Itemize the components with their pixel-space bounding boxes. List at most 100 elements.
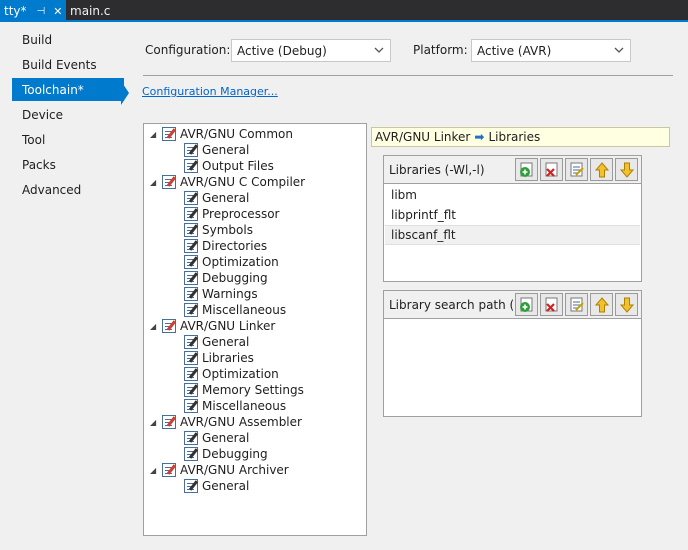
tree-node-label: Warnings xyxy=(202,287,258,301)
move-up-library-button[interactable] xyxy=(590,158,613,181)
move-up-search-path-button[interactable] xyxy=(590,293,613,316)
tree-node-label: Optimization xyxy=(202,255,279,269)
configuration-manager-link[interactable]: Configuration Manager... xyxy=(142,85,278,98)
tree-item-node[interactable]: Miscellaneous xyxy=(184,398,286,414)
tree-node-label: AVR/GNU Common xyxy=(180,127,293,141)
property-sheet-icon xyxy=(184,223,198,237)
tree-item-node[interactable]: Output Files xyxy=(184,158,274,174)
delete-icon xyxy=(545,297,557,312)
property-sheet-icon xyxy=(184,399,198,413)
move-down-icon xyxy=(619,297,634,313)
property-sheet-icon xyxy=(184,239,198,253)
tree-node-label: General xyxy=(202,191,250,205)
property-sheet-icon xyxy=(162,463,176,477)
tree-group-node[interactable]: ◢ AVR/GNU Linker xyxy=(150,318,275,334)
tree-item-node[interactable]: General xyxy=(184,430,249,446)
tree-node-label: Optimization xyxy=(202,367,279,381)
tab-tty[interactable]: tty* ⊣ ✕ xyxy=(0,0,66,22)
add-icon xyxy=(519,162,532,177)
expander-icon[interactable]: ◢ xyxy=(150,130,162,139)
move-down-icon xyxy=(619,162,634,178)
tab-main-c[interactable]: main.c xyxy=(70,0,110,22)
platform-label: Platform: xyxy=(413,43,468,57)
tree-item-node[interactable]: Symbols xyxy=(184,222,253,238)
tree-node-label: Directories xyxy=(202,239,268,253)
nav-item-advanced[interactable]: Advanced xyxy=(12,178,124,201)
move-up-icon xyxy=(594,296,609,312)
list-item[interactable]: libscanf_flt xyxy=(385,225,640,245)
tree-node-label: Miscellaneous xyxy=(202,399,287,413)
nav-item-packs[interactable]: Packs xyxy=(12,153,124,176)
tree-item-node[interactable]: Debugging xyxy=(184,446,268,462)
tab-main-c-label: main.c xyxy=(70,4,111,18)
tree-item-node[interactable]: Libraries xyxy=(184,350,254,366)
tree-group-node[interactable]: ◢ AVR/GNU Assembler xyxy=(150,414,302,430)
property-sheet-icon xyxy=(184,351,198,365)
tree-node-label: General xyxy=(202,431,250,445)
tree-node-label: Output Files xyxy=(202,159,274,173)
platform-select[interactable]: Active (AVR) xyxy=(471,39,631,62)
nav-item-build-events[interactable]: Build Events xyxy=(12,53,124,76)
tree-group-node[interactable]: ◢ AVR/GNU Archiver xyxy=(150,462,289,478)
tree-node-label: AVR/GNU C Compiler xyxy=(180,175,306,189)
nav-selection-arrow xyxy=(121,81,129,105)
property-sheet-icon xyxy=(184,255,198,269)
tree-item-node[interactable]: Optimization xyxy=(184,254,279,270)
add-search-path-button[interactable] xyxy=(515,293,538,316)
libraries-panel: Libraries (-Wl,-l) libm libprintf_flt li… xyxy=(383,155,642,282)
delete-library-button[interactable] xyxy=(540,158,563,181)
property-sheet-icon xyxy=(184,431,198,445)
tree-group-node[interactable]: ◢ AVR/GNU C Compiler xyxy=(150,174,305,190)
breadcrumb: AVR/GNU Linker ➡ Libraries xyxy=(371,127,670,147)
tree-item-node[interactable]: General xyxy=(184,142,249,158)
tree-item-node[interactable]: Directories xyxy=(184,238,267,254)
property-sheet-icon xyxy=(184,271,198,285)
list-item[interactable]: libm xyxy=(385,185,640,205)
property-sheet-icon xyxy=(162,415,176,429)
libraries-panel-title: Libraries (-Wl,-l) xyxy=(389,162,485,177)
move-down-search-path-button[interactable] xyxy=(615,293,638,316)
move-down-library-button[interactable] xyxy=(615,158,638,181)
delete-search-path-button[interactable] xyxy=(540,293,563,316)
property-sheet-icon xyxy=(184,159,198,173)
tree-item-node[interactable]: General xyxy=(184,478,249,494)
tree-item-node[interactable]: General xyxy=(184,190,249,206)
tree-node-label: Memory Settings xyxy=(202,383,304,397)
expander-icon[interactable]: ◢ xyxy=(150,178,162,187)
tree-node-label: Symbols xyxy=(202,223,253,237)
expander-icon[interactable]: ◢ xyxy=(150,322,162,331)
tree-node-label: Preprocessor xyxy=(202,207,280,221)
list-item[interactable]: libprintf_flt xyxy=(385,205,640,225)
breadcrumb-parent: AVR/GNU Linker xyxy=(375,130,471,144)
edit-library-button[interactable] xyxy=(565,158,588,181)
nav-item-tool[interactable]: Tool xyxy=(12,128,124,151)
tree-item-node[interactable]: Memory Settings xyxy=(184,382,304,398)
tree-node-label: Miscellaneous xyxy=(202,303,287,317)
add-library-button[interactable] xyxy=(515,158,538,181)
document-tab-strip: tty* ⊣ ✕ main.c xyxy=(0,0,688,22)
expander-icon[interactable]: ◢ xyxy=(150,418,162,427)
tree-node-label: Debugging xyxy=(202,447,268,461)
tree-item-node[interactable]: Optimization xyxy=(184,366,279,382)
property-sheet-icon xyxy=(184,447,198,461)
property-sheet-icon xyxy=(184,287,198,301)
tree-group-node[interactable]: ◢ AVR/GNU Common xyxy=(150,126,293,142)
tree-item-node[interactable]: Warnings xyxy=(184,286,258,302)
tree-item-node[interactable]: Miscellaneous xyxy=(184,302,286,318)
edit-search-path-button[interactable] xyxy=(565,293,588,316)
configuration-select[interactable]: Active (Debug) xyxy=(231,39,391,62)
tree-item-node[interactable]: Preprocessor xyxy=(184,206,279,222)
nav-item-device[interactable]: Device xyxy=(12,103,124,126)
tree-item-node[interactable]: Debugging xyxy=(184,270,268,286)
tree-item-node[interactable]: General xyxy=(184,334,249,350)
property-sheet-icon xyxy=(184,191,198,205)
close-icon[interactable]: ✕ xyxy=(53,5,62,18)
nav-item-build[interactable]: Build xyxy=(12,28,124,51)
chevron-down-icon xyxy=(374,47,384,53)
property-sheet-icon xyxy=(162,319,176,333)
nav-item-toolchain[interactable]: Toolchain* xyxy=(12,78,124,101)
expander-icon[interactable]: ◢ xyxy=(150,466,162,475)
pin-icon[interactable]: ⊣ xyxy=(37,6,46,17)
configuration-label: Configuration: xyxy=(145,43,231,57)
libraries-panel-header: Libraries (-Wl,-l) xyxy=(384,156,641,184)
